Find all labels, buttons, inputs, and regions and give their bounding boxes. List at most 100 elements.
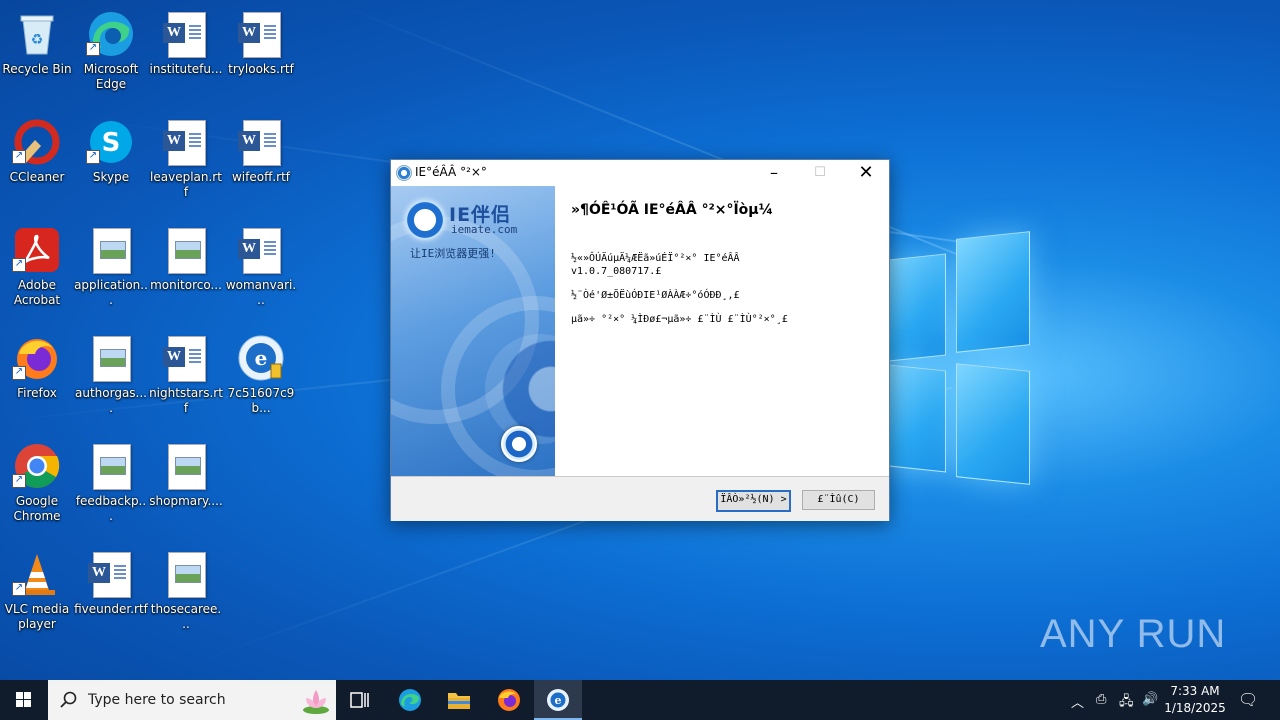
taskbar-ie-installer[interactable]: e	[534, 680, 582, 720]
image-file-icon	[87, 334, 135, 382]
minimize-button[interactable]: –	[751, 160, 797, 186]
cancel-button[interactable]: £¨Ìû(C)	[802, 490, 875, 510]
anyrun-watermark: ANY RUN	[1040, 612, 1227, 656]
desktop-icon-google-chrome[interactable]: ↗ Google Chrome	[0, 436, 74, 540]
word-document-icon: W	[162, 334, 210, 382]
network-icon[interactable]: 🖧	[1119, 692, 1134, 714]
desktop-icon-skype[interactable]: S ↗ Skype	[74, 112, 148, 216]
icon-label: 7c51607c9b...	[227, 386, 295, 415]
notification-center-icon[interactable]: 🗨	[1238, 690, 1258, 709]
desktop-icon-leaveplan[interactable]: W leaveplan.rtf	[149, 112, 223, 216]
icon-label: womanvari...	[225, 278, 297, 307]
shortcut-arrow-icon: ↗	[12, 474, 26, 488]
word-document-icon: W	[162, 10, 210, 58]
desktop-icon-microsoft-edge[interactable]: ↗ Microsoft Edge	[74, 4, 148, 108]
advice-text: ½¨Òé'Ø±ÕËùÓÐIE¹ØÀÀÆ÷°óÓÐÐ¸,£	[571, 290, 740, 301]
desktop-icon-fiveunder[interactable]: W fiveunder.rtf	[74, 544, 148, 648]
lotus-flower-icon	[303, 690, 329, 714]
taskbar-search-box[interactable]: Type here to search	[48, 680, 336, 720]
icon-label: Recycle Bin	[2, 62, 72, 76]
intro-version: v1.0.7_080717.£	[571, 266, 662, 277]
icon-label: Skype	[92, 170, 130, 184]
device-icon[interactable]: ⎙	[1096, 692, 1106, 707]
shortcut-arrow-icon: ↗	[12, 258, 26, 272]
icon-label: application...	[74, 278, 148, 307]
desktop-icon-application[interactable]: application...	[74, 220, 148, 324]
desktop-icon-trylooks[interactable]: W trylooks.rtf	[224, 4, 298, 108]
show-hidden-icons-chevron[interactable]: ︿	[1071, 692, 1084, 711]
desktop-icon-thosecaree[interactable]: thosecaree...	[149, 544, 223, 648]
svg-text:S: S	[102, 128, 121, 158]
desktop-icon-authorgas[interactable]: authorgas....	[74, 328, 148, 432]
windows-wallpaper-logo	[880, 231, 1030, 485]
desktop-icon-ccleaner[interactable]: ↗ CCleaner	[0, 112, 74, 216]
logo-url: iemate.com	[451, 223, 518, 236]
word-document-icon: W	[237, 226, 285, 274]
desktop-icon-firefox[interactable]: ↗ Firefox	[0, 328, 74, 432]
taskbar-firefox[interactable]	[485, 680, 533, 720]
ie-badge-icon	[501, 426, 537, 462]
svg-text:e: e	[555, 694, 562, 707]
icon-label: trylooks.rtf	[228, 62, 294, 76]
slogan: 让IE浏览器更强!	[410, 247, 496, 260]
desktop-icon-monitorco[interactable]: monitorco...	[149, 220, 223, 324]
taskbar-edge[interactable]	[386, 680, 434, 720]
desktop-icon-adobe-acrobat[interactable]: ↗ Adobe Acrobat	[0, 220, 74, 324]
installer-banner: IE伴侣 iemate.com 让IE浏览器更强!	[391, 186, 555, 476]
recycle-bin-icon: ♻	[13, 10, 61, 58]
icon-label: Google Chrome	[13, 494, 61, 523]
svg-text:♻: ♻	[31, 32, 44, 48]
desktop-icon-vlc[interactable]: ↗ VLC media player	[0, 544, 74, 648]
word-document-icon: W	[87, 550, 135, 598]
welcome-heading: »¶Ó­Ê¹ÓÃ IE°éÂÂ °²×°Ïòµ¼	[571, 202, 774, 218]
ie-installer-icon: e	[237, 334, 285, 382]
shortcut-arrow-icon: ↗	[12, 150, 26, 164]
shortcut-arrow-icon: ↗	[86, 150, 100, 164]
icon-label: shopmary....	[149, 494, 223, 508]
desktop-icon-wifeoff[interactable]: W wifeoff.rtf	[224, 112, 298, 216]
image-file-icon	[162, 442, 210, 490]
desktop: ♻ Recycle Bin ↗ CCleaner ↗ Adobe Acrobat…	[0, 0, 1280, 680]
installer-window[interactable]: IE°éÂÂ °²×° – ☐ ✕ IE伴侣 iemate.com 让IE浏览器…	[390, 159, 890, 521]
ie-logo-icon	[405, 200, 445, 240]
icon-label: Adobe Acrobat	[13, 278, 61, 307]
start-button[interactable]	[0, 680, 48, 720]
instruction-text: µã»÷ °²×° ¼ÌÐø£¬µã»÷ £¨ÌÙ £¨ÌÙ°²×°¸£	[571, 314, 788, 325]
clock-time: 7:33 AM	[1170, 684, 1220, 698]
icon-label: wifeoff.rtf	[231, 170, 291, 184]
window-titlebar[interactable]: IE°éÂÂ °²×° – ☐ ✕	[391, 160, 889, 186]
icon-label: leaveplan.rtf	[150, 170, 222, 199]
desktop-icon-womanvari[interactable]: W womanvari...	[224, 220, 298, 324]
icon-label: Firefox	[17, 386, 57, 400]
icon-label: nightstars.rtf	[149, 386, 223, 415]
desktop-icon-institutefu[interactable]: W institutefu...	[149, 4, 223, 108]
image-file-icon	[87, 442, 135, 490]
installer-content: »¶Ó­Ê¹ÓÃ IE°éÂÂ °²×°Ïòµ¼ ½«»ÔÚÄúµÄ¼ÆËã»ú…	[555, 186, 889, 476]
task-view-button[interactable]	[336, 680, 384, 720]
maximize-button[interactable]: ☐	[797, 160, 843, 186]
edge-icon	[399, 689, 421, 711]
desktop-icon-recycle-bin[interactable]: ♻ Recycle Bin	[0, 4, 74, 108]
window-title: IE°éÂÂ °²×°	[415, 165, 487, 179]
desktop-icon-nightstars[interactable]: W nightstars.rtf	[149, 328, 223, 432]
image-file-icon	[162, 550, 210, 598]
shortcut-arrow-icon: ↗	[86, 42, 100, 56]
desktop-icon-7c51607c9b[interactable]: e 7c51607c9b...	[224, 328, 298, 432]
close-button[interactable]: ✕	[843, 160, 889, 186]
desktop-icon-shopmary[interactable]: shopmary....	[149, 436, 223, 540]
button-bar: ÏÂÒ»²½(N) > £¨Ìû(C)	[391, 476, 889, 521]
word-document-icon: W	[237, 118, 285, 166]
folder-icon	[448, 693, 470, 709]
next-button[interactable]: ÏÂÒ»²½(N) >	[716, 490, 791, 512]
clock-date: 1/18/2025	[1164, 701, 1226, 715]
shortcut-arrow-icon: ↗	[12, 366, 26, 380]
intro-text: ½«»ÔÚÄúµÄ¼ÆËã»úÉÏ°²×° IE°éÂÂ	[571, 253, 740, 264]
svg-text:e: e	[255, 346, 268, 370]
image-file-icon	[162, 226, 210, 274]
icon-label: thosecaree...	[150, 602, 222, 631]
system-clock[interactable]: 7:33 AM 1/18/2025	[1158, 683, 1232, 717]
taskbar-file-explorer[interactable]	[435, 680, 483, 720]
volume-icon[interactable]: 🔊	[1142, 692, 1158, 707]
search-icon	[60, 691, 77, 708]
desktop-icon-feedbackp[interactable]: feedbackp...	[74, 436, 148, 540]
